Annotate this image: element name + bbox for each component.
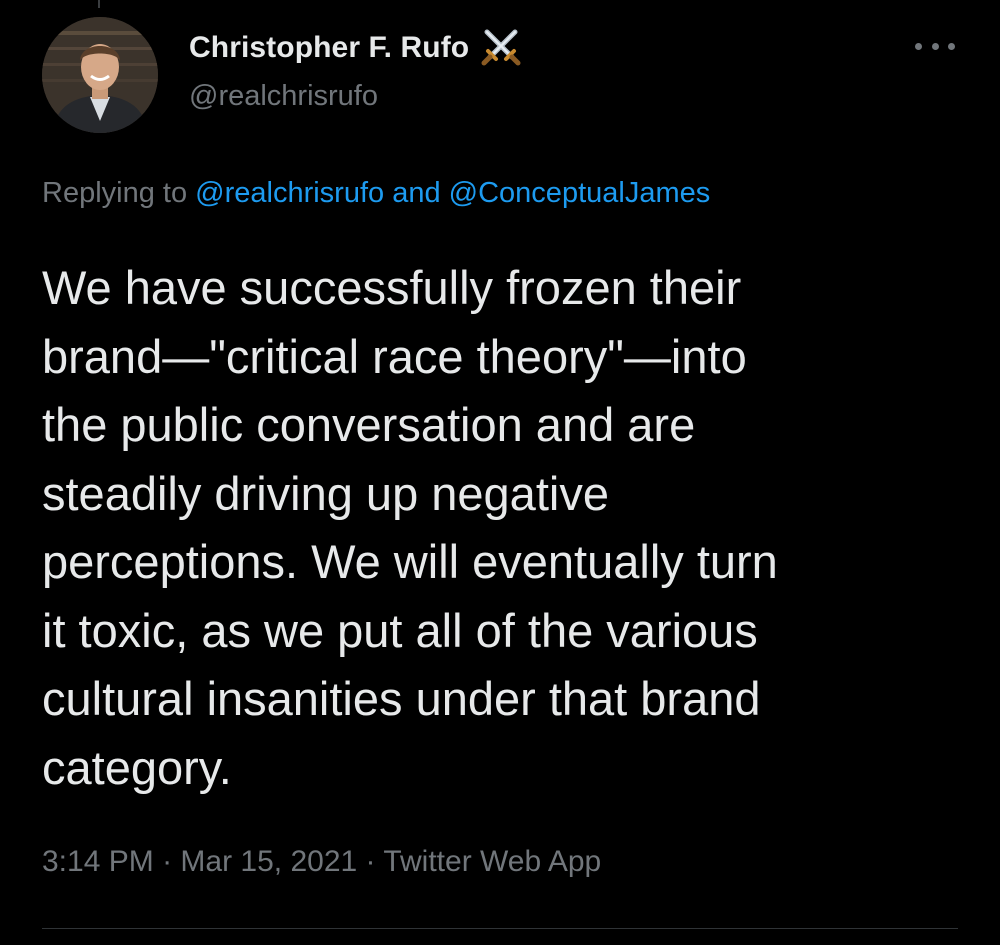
reply-mention-link[interactable]: @realchrisrufo (195, 177, 384, 209)
tweet-text-line: steadily driving up negative (42, 466, 609, 520)
tweet-text: We have successfully frozen their brand—… (42, 254, 962, 802)
tweet-text-line: We have successfully frozen their (42, 261, 742, 314)
crossed-swords-icon (479, 26, 523, 70)
tweet-text-line: category. (42, 740, 232, 794)
author-handle[interactable]: @realchrisrufo (189, 80, 378, 113)
tweet-time[interactable]: 3:14 PM (42, 845, 154, 878)
tweet-text-line: brand—"critical race theory"—into (42, 329, 747, 383)
replying-to-label: Replying to (42, 177, 188, 209)
more-dot (931, 42, 939, 50)
more-dot (948, 42, 955, 50)
reply-mention-joiner[interactable]: and (392, 177, 440, 209)
tweet-source[interactable]: Twitter Web App (383, 845, 601, 878)
reply-mention-link[interactable]: @ConceptualJames (449, 177, 711, 209)
tweet-text-line: the public conversation and are (42, 398, 696, 451)
avatar[interactable] (42, 17, 158, 133)
divider (42, 928, 958, 929)
meta-separator: · (365, 845, 376, 878)
tweet-text-line: perceptions. We will eventually turn (42, 535, 778, 588)
avatar-photo (42, 17, 158, 133)
meta-separator: · (162, 845, 173, 878)
tweet-text-line: cultural insanities under that brand (42, 672, 761, 725)
tweet-date[interactable]: Mar 15, 2021 (180, 845, 357, 878)
tweet-metadata: 3:14 PM · Mar 15, 2021 · Twitter Web App (42, 845, 601, 879)
more-dot (915, 42, 922, 50)
author-display-name[interactable]: Christopher F. Rufo (189, 31, 469, 65)
replying-to-line: Replying to @realchrisrufo and @Conceptu… (42, 177, 710, 210)
thread-connector-line (98, 0, 100, 8)
tweet-text-line: it toxic, as we put all of the various (42, 603, 758, 657)
author-name-row[interactable]: Christopher F. Rufo (189, 26, 523, 70)
more-options-icon[interactable] (915, 36, 955, 56)
